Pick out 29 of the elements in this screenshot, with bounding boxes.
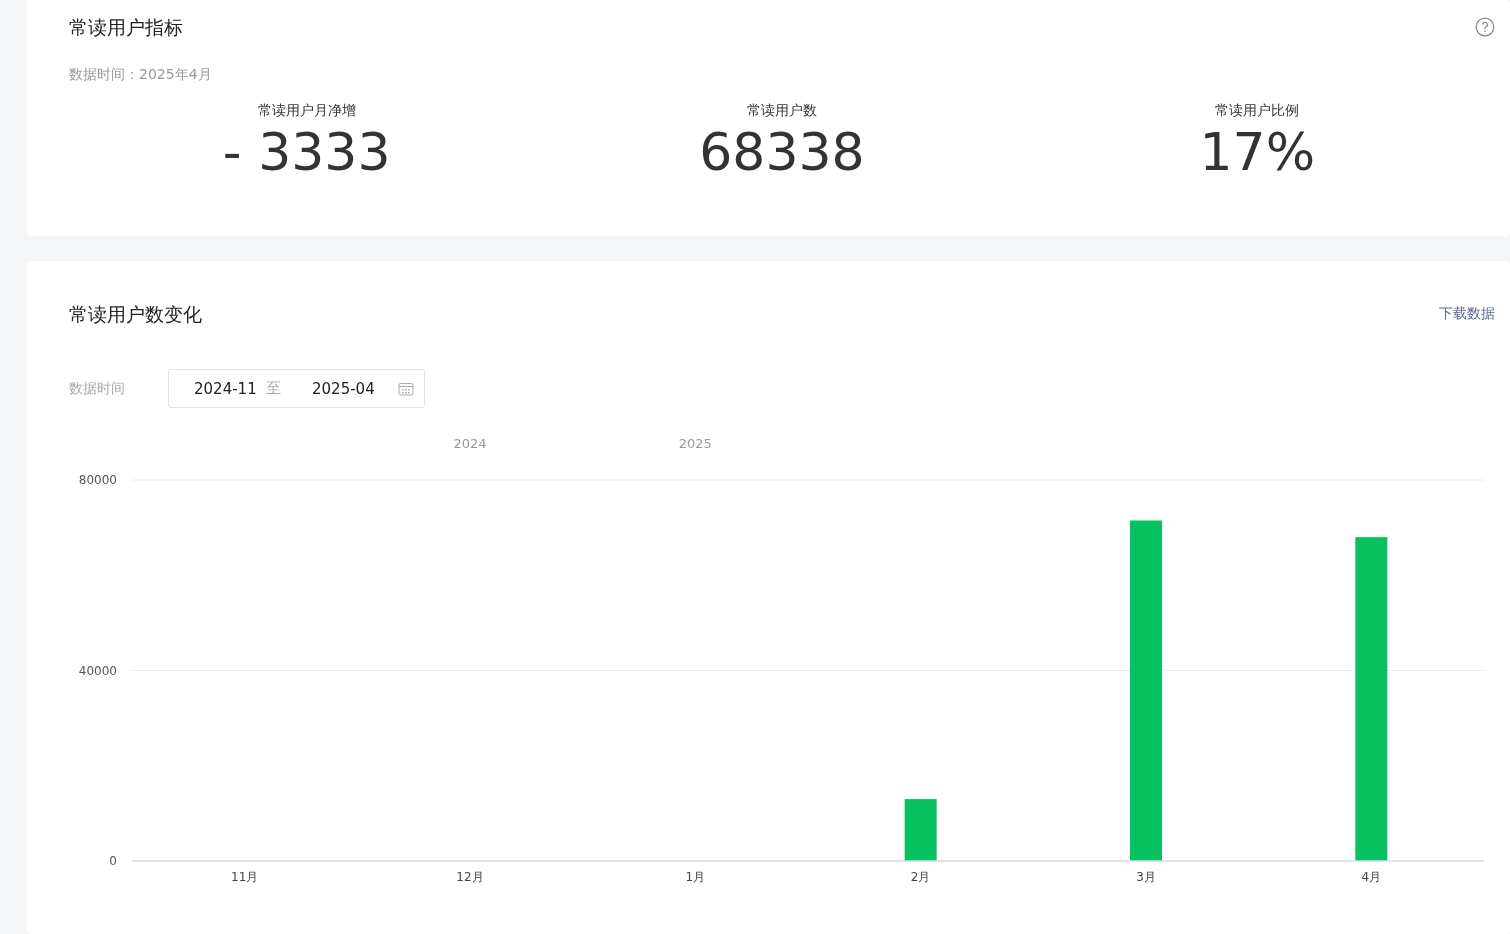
date-range-picker[interactable]: 2024-11 至 2025-04 xyxy=(168,369,425,408)
metric-label: 常读用户月净增 xyxy=(257,102,356,120)
card-title: 常读用户指标 xyxy=(69,15,183,40)
data-time-text: 数据时间：2025年4月 xyxy=(69,66,213,84)
start-date: 2024-11 xyxy=(194,379,258,398)
metric-value: - 3333 xyxy=(222,122,391,182)
year-label: 2024 xyxy=(453,436,487,451)
help-icon[interactable] xyxy=(1475,17,1495,37)
y-axis-label: 40000 xyxy=(78,663,117,678)
x-axis-label: 4月 xyxy=(1361,870,1382,884)
x-axis-label: 2月 xyxy=(910,870,931,884)
card-title: 常读用户数变化 xyxy=(69,302,202,327)
download-link[interactable]: 下载数据 xyxy=(1439,305,1495,323)
x-axis-label: 1月 xyxy=(685,870,706,884)
metric-value: 17% xyxy=(1199,122,1316,182)
metric-label: 常读用户比例 xyxy=(1215,102,1300,120)
x-axis-label: 12月 xyxy=(456,870,484,884)
filter-label: 数据时间 xyxy=(69,379,126,398)
end-date: 2025-04 xyxy=(312,379,376,398)
bar xyxy=(904,799,937,861)
range-separator: 至 xyxy=(266,379,282,398)
metric-value: 68338 xyxy=(699,122,865,182)
x-axis-label: 3月 xyxy=(1136,870,1156,884)
y-axis-label: 80000 xyxy=(78,473,117,487)
y-axis-label: 0 xyxy=(109,854,117,868)
metric-label: 常读用户数 xyxy=(747,102,817,120)
year-label: 2025 xyxy=(678,436,712,451)
calendar-icon[interactable] xyxy=(398,381,414,396)
x-axis-label: 11月 xyxy=(231,870,259,884)
